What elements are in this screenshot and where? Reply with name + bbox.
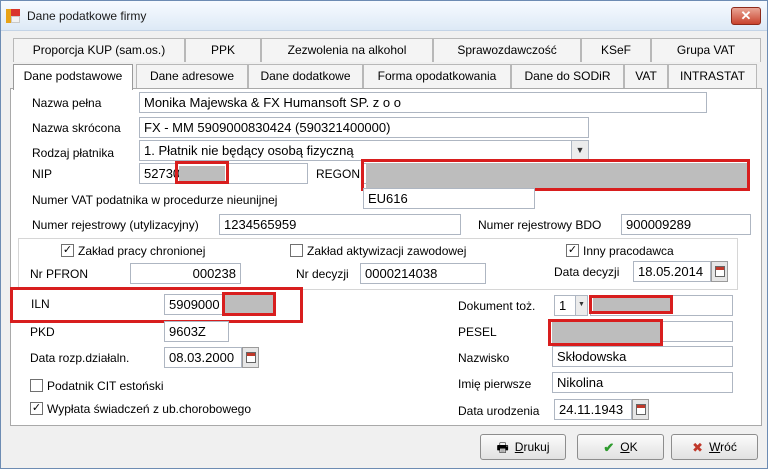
data-rozp-input[interactable]: 08.03.2000 (164, 347, 242, 368)
pesel-highlight-frame (548, 319, 663, 346)
nazwisko-label: Nazwisko (458, 351, 510, 365)
cancel-icon: ✖ (692, 439, 704, 455)
cit-estonski-checkbox[interactable] (30, 379, 43, 392)
data-rozp-label: Data rozp.działaln. (30, 351, 130, 365)
checkmark-icon: ✔ (603, 439, 615, 455)
pesel-label: PESEL (458, 325, 497, 339)
printer-icon: 🖶 (496, 439, 509, 455)
nr-decyzji-input[interactable]: 0000214038 (360, 263, 486, 284)
tab-dane-adresowe[interactable]: Dane adresowe (136, 64, 248, 88)
rodzaj-platnika-value: 1. Płatnik nie będący osobą fizyczną (144, 143, 354, 158)
nr-pfron-input[interactable]: 000238 (130, 263, 241, 284)
nr-rej-bdo-label: Numer rejestrowy BDO (478, 218, 602, 232)
regon-highlight-frame (361, 159, 750, 191)
dokument-highlight-frame (589, 295, 673, 314)
nr-rej-utyl-input[interactable]: 1234565959 (219, 214, 461, 235)
data-urodzenia-label: Data urodzenia (458, 404, 540, 418)
title-bar: Dane podatkowe firmy ✕ (1, 1, 767, 31)
window-title: Dane podatkowe firmy (27, 9, 147, 23)
wyplata-swiadczen-checkbox[interactable]: ✓ (30, 402, 43, 415)
nip-label: NIP (32, 167, 53, 181)
zaklad-chroniony-checkbox[interactable]: ✓ (61, 244, 74, 257)
tab-sprawozdawczosc[interactable]: Sprawozdawczość (433, 38, 581, 62)
nr-decyzji-label: Nr decyzji (296, 267, 349, 281)
nazwisko-input[interactable]: Skłodowska (552, 346, 733, 367)
print-button[interactable]: 🖶 Drukuj (480, 434, 566, 460)
nr-rej-bdo-input[interactable]: 900009289 (621, 214, 751, 235)
imie-label: Imię pierwsze (458, 377, 532, 391)
pkd-input[interactable]: 9603Z (164, 321, 229, 342)
regon-label: REGON (316, 167, 361, 181)
chevron-down-icon[interactable]: ▼ (571, 141, 588, 160)
zaklad-aktywizacji-label: Zakład aktywizacji zawodowej (307, 244, 467, 258)
dokument-toz-select[interactable]: 1 ▼ (554, 295, 588, 316)
dialog-window: Dane podatkowe firmy ✕ Proporcja KUP (sa… (0, 0, 768, 469)
calendar-icon[interactable] (711, 261, 728, 282)
tab-intrastat[interactable]: INTRASTAT (668, 64, 757, 88)
dokument-toz-value: 1 (559, 298, 567, 313)
data-urodzenia-input[interactable]: 24.11.1943 (554, 399, 632, 420)
cancel-button[interactable]: ✖ Wróć (671, 434, 758, 460)
vat-nieunijny-label: Numer VAT podatnika w procedurze nieunij… (32, 193, 278, 207)
wyplata-swiadczen-label: Wypłata świadczeń z ub.chorobowego (47, 402, 252, 416)
tab-grupa-vat[interactable]: Grupa VAT (651, 38, 761, 62)
zaklad-aktywizacji-checkbox[interactable] (290, 244, 303, 257)
tab-vat[interactable]: VAT (624, 64, 668, 88)
data-decyzji-label: Data decyzji (554, 265, 620, 279)
app-logo-icon (5, 8, 21, 24)
nazwa-pelna-label: Nazwa pełna (32, 96, 102, 110)
imie-input[interactable]: Nikolina (552, 372, 733, 393)
chevron-down-icon[interactable]: ▼ (575, 296, 587, 315)
tab-ksef[interactable]: KSeF (581, 38, 651, 62)
nr-rej-utyl-label: Numer rejestrowy (utylizacyjny) (32, 218, 199, 232)
inny-pracodawca-label: Inny pracodawca (583, 244, 674, 258)
calendar-icon[interactable] (632, 399, 649, 420)
iln-label: ILN (31, 297, 50, 311)
rodzaj-platnika-select[interactable]: 1. Płatnik nie będący osobą fizyczną ▼ (139, 140, 589, 161)
nazwa-pelna-input[interactable]: Monika Majewska & FX Humansoft SP. z o o (139, 92, 707, 113)
tab-dane-dodatkowe[interactable]: Dane dodatkowe (248, 64, 363, 88)
calendar-icon[interactable] (242, 347, 259, 368)
rodzaj-platnika-label: Rodzaj płatnika (32, 146, 115, 160)
tab-forma-opodatkowania[interactable]: Forma opodatkowania (363, 64, 511, 88)
iln-value-highlight-frame (222, 292, 276, 316)
nr-pfron-label: Nr PFRON (30, 267, 88, 281)
cit-estonski-label: Podatnik CIT estoński (47, 379, 164, 393)
nip-highlight-frame (175, 161, 229, 184)
vat-nieunijny-input[interactable]: EU616 (363, 188, 535, 209)
inny-pracodawca-checkbox[interactable]: ✓ (566, 244, 579, 257)
tab-proporcja-kup[interactable]: Proporcja KUP (sam.os.) (13, 38, 185, 62)
nazwa-skrocona-label: Nazwa skrócona (32, 121, 121, 135)
pkd-label: PKD (30, 325, 55, 339)
data-decyzji-input[interactable]: 18.05.2014 (633, 261, 711, 282)
tab-zezwolenia[interactable]: Zezwolenia na alkohol (261, 38, 433, 62)
tab-ppk[interactable]: PPK (185, 38, 261, 62)
tab-dane-podstawowe[interactable]: Dane podstawowe (13, 64, 133, 90)
ok-button[interactable]: ✔ OK (577, 434, 664, 460)
zaklad-chroniony-label: Zakład pracy chronionej (78, 244, 206, 258)
dokument-toz-label: Dokument toż. (458, 299, 536, 313)
nazwa-skrocona-input[interactable]: FX - MM 5909000830424 (590321400000) (139, 117, 589, 138)
tab-dane-sodir[interactable]: Dane do SODiR (511, 64, 624, 88)
close-button[interactable]: ✕ (731, 7, 761, 25)
